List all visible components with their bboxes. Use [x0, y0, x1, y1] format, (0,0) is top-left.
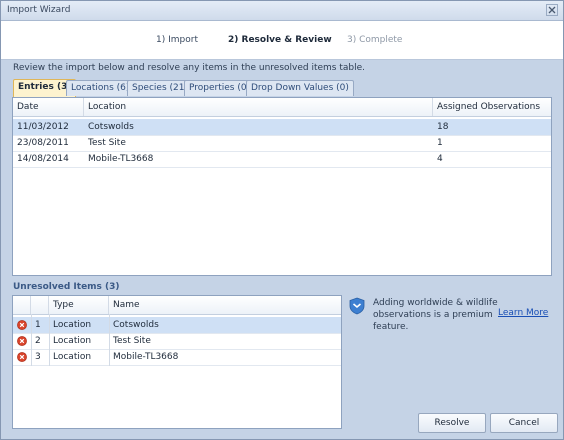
column-divider — [31, 314, 32, 366]
table-row[interactable]: 14/08/2014 Mobile-TL3668 4 — [13, 151, 551, 167]
item-name: Mobile-TL3668 — [113, 352, 179, 362]
tab-drop-down-values-label: Drop Down Values (0) — [251, 83, 349, 93]
resolve-button[interactable]: Resolve — [418, 413, 486, 433]
column-header-status[interactable] — [13, 296, 31, 314]
wizard-steps: 1) Import 2) Resolve & Review 3) Complet… — [1, 21, 563, 60]
column-header-location[interactable]: Location — [84, 98, 433, 116]
entry-location: Test Site — [88, 138, 126, 148]
item-name: Cotswolds — [113, 320, 159, 330]
item-type: Location — [53, 352, 92, 362]
entry-observations: 4 — [437, 154, 443, 164]
step-import: 1) Import — [156, 35, 198, 45]
entry-date: 23/08/2011 — [17, 138, 69, 148]
column-header-assigned-observations[interactable]: Assigned Observations — [433, 98, 551, 116]
table-row[interactable]: 23/08/2011 Test Site 1 — [13, 135, 551, 151]
shield-icon — [349, 297, 365, 315]
column-header-type[interactable]: Type — [49, 296, 109, 314]
tab-properties[interactable]: Properties (0) — [184, 80, 256, 96]
entries-header: Date Location Assigned Observations — [13, 98, 551, 117]
table-row[interactable]: 11/03/2012 Cotswolds 18 — [13, 119, 551, 135]
entries-table: Date Location Assigned Observations 11/0… — [12, 97, 552, 276]
column-divider — [49, 314, 50, 366]
entry-date: 14/08/2014 — [17, 154, 69, 164]
entry-date: 11/03/2012 — [17, 122, 69, 132]
tab-drop-down-values[interactable]: Drop Down Values (0) — [246, 80, 354, 96]
column-header-date[interactable]: Date — [13, 98, 84, 116]
item-index: 3 — [35, 352, 41, 362]
column-header-name[interactable]: Name — [109, 296, 341, 314]
entry-observations: 1 — [437, 138, 443, 148]
tab-locations-label: Locations (6) — [71, 83, 130, 93]
item-index: 1 — [35, 320, 41, 330]
close-icon[interactable] — [546, 4, 558, 16]
table-row[interactable]: 2 Location Test Site — [13, 333, 341, 349]
step-complete: 3) Complete — [347, 35, 403, 45]
item-index: 2 — [35, 336, 41, 346]
item-type: Location — [53, 336, 92, 346]
item-type: Location — [53, 320, 92, 330]
entry-observations: 18 — [437, 122, 449, 132]
step-resolve-review: 2) Resolve & Review — [228, 35, 332, 45]
unresolved-items-title: Unresolved Items (3) — [13, 282, 120, 292]
instructions-text: Review the import below and resolve any … — [13, 63, 366, 73]
title-bar: Import Wizard — [1, 1, 563, 21]
unresolved-items-table: Type Name 1 Location Cotswolds 2 Locatio… — [12, 295, 342, 429]
tab-properties-label: Properties (0) — [189, 83, 251, 93]
tab-entries-label: Entries (3) — [18, 82, 72, 92]
row-divider — [13, 365, 341, 366]
error-icon — [17, 352, 27, 362]
entry-location: Cotswolds — [88, 122, 134, 132]
learn-more-link[interactable]: Learn More — [498, 308, 548, 318]
table-row[interactable]: 1 Location Cotswolds — [13, 317, 341, 333]
item-name: Test Site — [113, 336, 151, 346]
error-icon — [17, 336, 27, 346]
table-row[interactable]: 3 Location Mobile-TL3668 — [13, 349, 341, 365]
import-wizard-window: Import Wizard 1) Import 2) Resolve & Rev… — [0, 0, 564, 440]
cancel-button[interactable]: Cancel — [490, 413, 558, 433]
error-icon — [17, 320, 27, 330]
promo-text: Adding worldwide & wildlife observations… — [373, 298, 498, 332]
entry-location: Mobile-TL3668 — [88, 154, 154, 164]
column-divider — [109, 314, 110, 366]
unresolved-header: Type Name — [13, 296, 341, 315]
tab-species-label: Species (21) — [132, 83, 188, 93]
tab-locations[interactable]: Locations (6) — [66, 80, 135, 96]
row-divider — [13, 167, 551, 168]
window-title: Import Wizard — [7, 5, 71, 15]
column-header-index[interactable] — [31, 296, 49, 314]
